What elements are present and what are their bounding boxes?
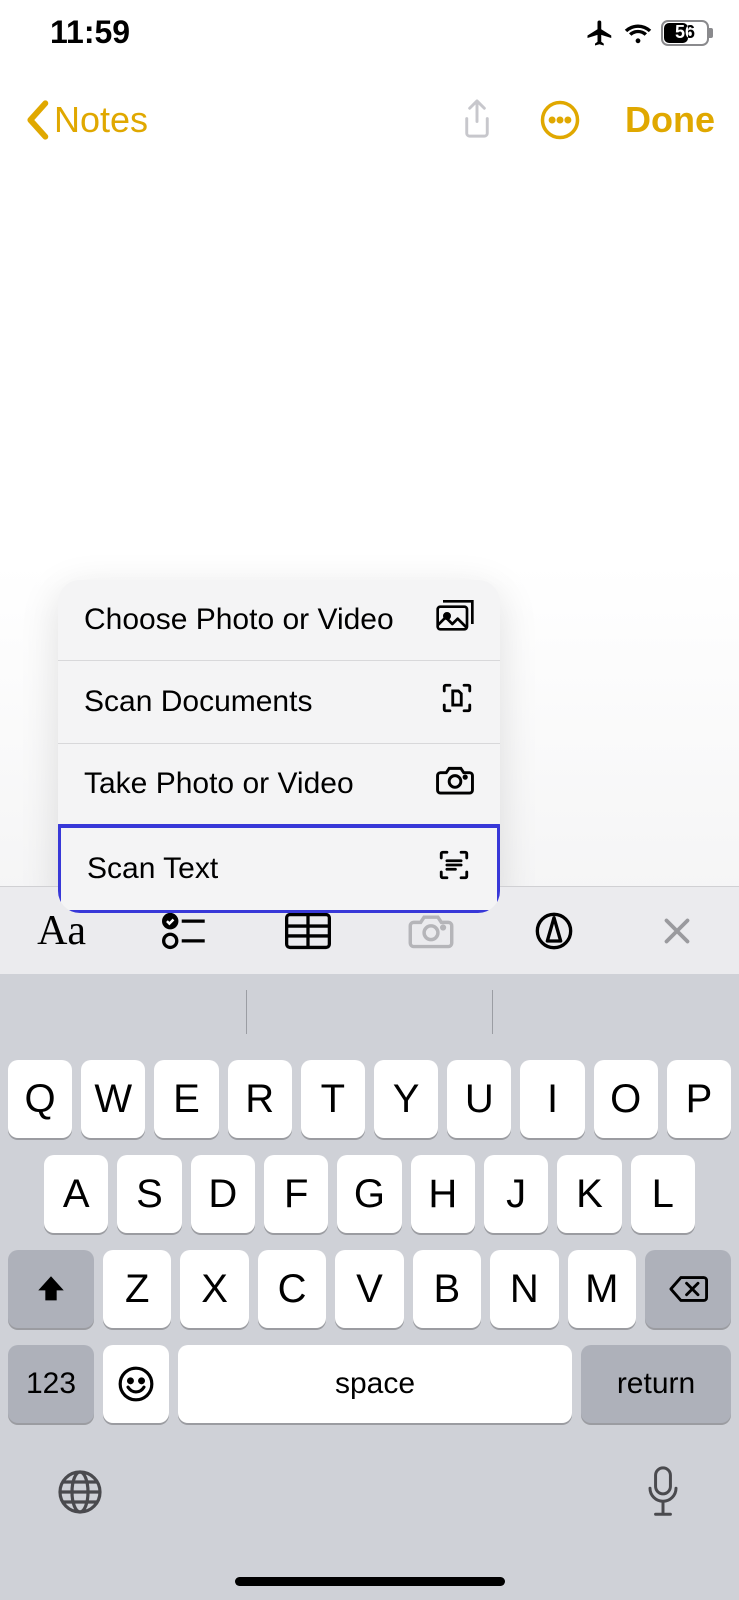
keyboard-bottom-row [8,1440,731,1533]
dictation-key[interactable] [643,1466,683,1523]
key-s[interactable]: S [117,1155,181,1233]
camera-icon [408,912,454,950]
suggestion-slot[interactable] [247,974,493,1050]
menu-item-label: Choose Photo or Video [84,603,394,637]
scan-text-icon [437,848,471,890]
battery-icon: 56 [661,20,709,46]
back-button[interactable]: Notes [24,99,148,141]
key-y[interactable]: Y [374,1060,438,1138]
menu-item-scan-text[interactable]: Scan Text [58,824,500,913]
key-b[interactable]: B [413,1250,481,1328]
airplane-mode-icon [585,18,615,48]
checklist-icon [162,911,208,951]
home-indicator[interactable] [235,1577,505,1586]
key-l[interactable]: L [631,1155,695,1233]
key-i[interactable]: I [520,1060,584,1138]
share-button[interactable] [459,98,495,142]
menu-item-label: Scan Documents [84,685,312,719]
key-x[interactable]: X [180,1250,248,1328]
key-row-4: 123 space return [8,1345,731,1423]
key-w[interactable]: W [81,1060,145,1138]
emoji-icon [117,1365,155,1403]
navigation-bar: Notes Done [0,85,739,155]
key-e[interactable]: E [154,1060,218,1138]
menu-item-scan-documents[interactable]: Scan Documents [58,661,500,744]
back-label: Notes [54,99,148,141]
shift-icon [34,1272,68,1306]
return-key[interactable]: return [581,1345,731,1423]
key-c[interactable]: C [258,1250,326,1328]
microphone-icon [643,1466,683,1518]
key-g[interactable]: G [337,1155,401,1233]
menu-item-choose-photo[interactable]: Choose Photo or Video [58,580,500,661]
suggestion-slot[interactable] [0,974,246,1050]
close-toolbar-button[interactable] [647,913,707,949]
markup-icon [534,911,574,951]
menu-item-label: Take Photo or Video [84,767,354,801]
menu-item-take-photo[interactable]: Take Photo or Video [58,744,500,825]
space-key[interactable]: space [178,1345,572,1423]
key-d[interactable]: D [191,1155,255,1233]
key-m[interactable]: M [568,1250,636,1328]
done-button[interactable]: Done [625,99,715,141]
key-r[interactable]: R [228,1060,292,1138]
emoji-key[interactable] [103,1345,169,1423]
table-icon [285,912,331,950]
key-row-1: Q W E R T Y U I O P [8,1060,731,1138]
shift-key[interactable] [8,1250,94,1328]
key-row-3: Z X C V B N M [8,1250,731,1328]
share-icon [459,98,495,142]
gallery-icon [436,600,474,640]
status-bar: 11:59 56 [0,0,739,65]
key-a[interactable]: A [44,1155,108,1233]
key-o[interactable]: O [594,1060,658,1138]
suggestion-slot[interactable] [493,974,739,1050]
globe-key[interactable] [56,1468,104,1521]
wifi-icon [623,21,653,45]
backspace-key[interactable] [645,1250,731,1328]
key-k[interactable]: K [557,1155,621,1233]
key-t[interactable]: T [301,1060,365,1138]
key-p[interactable]: P [667,1060,731,1138]
attachment-menu: Choose Photo or Video Scan Documents Tak… [58,580,500,913]
globe-icon [56,1468,104,1516]
scan-doc-icon [440,681,474,723]
predictive-text-bar [0,974,739,1050]
table-button[interactable] [278,912,338,950]
battery-level: 56 [663,22,707,43]
camera-attachment-button[interactable] [401,912,461,950]
status-indicators: 56 [585,18,709,48]
key-f[interactable]: F [264,1155,328,1233]
key-h[interactable]: H [411,1155,475,1233]
ellipsis-circle-icon [539,99,581,141]
key-z[interactable]: Z [103,1250,171,1328]
menu-item-label: Scan Text [87,852,218,886]
numeric-key[interactable]: 123 [8,1345,94,1423]
close-icon [659,913,695,949]
key-u[interactable]: U [447,1060,511,1138]
text-format-button[interactable]: Aa [32,907,92,955]
status-time: 11:59 [50,14,130,51]
keyboard: Q W E R T Y U I O P A S D F G H J K L Z … [0,1050,739,1600]
checklist-button[interactable] [155,911,215,951]
key-v[interactable]: V [335,1250,403,1328]
markup-button[interactable] [524,911,584,951]
backspace-icon [668,1274,708,1304]
key-q[interactable]: Q [8,1060,72,1138]
chevron-left-icon [24,100,50,140]
key-j[interactable]: J [484,1155,548,1233]
camera-icon [436,764,474,804]
aa-icon: Aa [37,907,86,955]
key-n[interactable]: N [490,1250,558,1328]
more-button[interactable] [539,99,581,141]
key-row-2: A S D F G H J K L [8,1155,731,1233]
